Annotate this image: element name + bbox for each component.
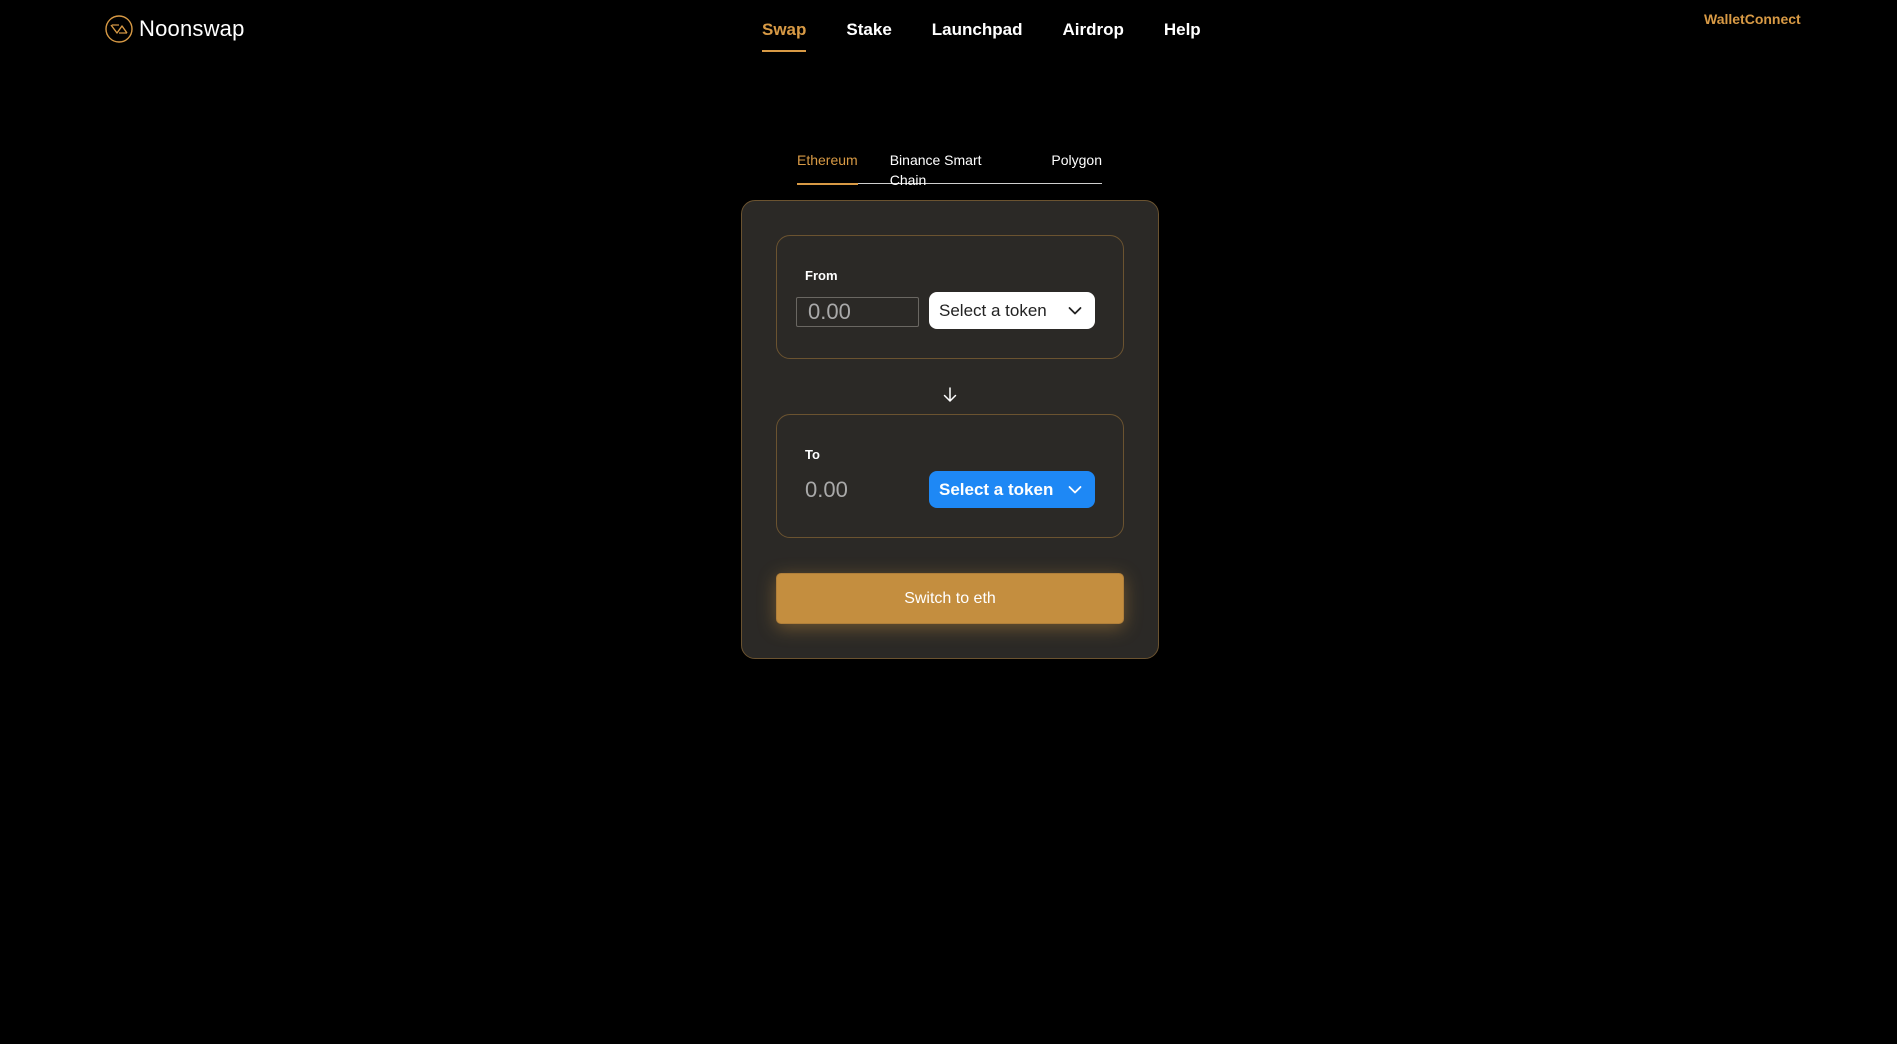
tab-binance-smart-chain[interactable]: Binance Smart Chain bbox=[890, 150, 1020, 188]
brand-name: Noonswap bbox=[139, 16, 245, 41]
brand-logo[interactable]: Noonswap bbox=[104, 14, 245, 44]
chevron-down-icon bbox=[1067, 482, 1083, 498]
to-label: To bbox=[805, 447, 820, 462]
to-token-label: Select a token bbox=[939, 479, 1054, 499]
from-token-select-button[interactable]: Select a token bbox=[929, 292, 1095, 329]
tab-ethereum[interactable]: Ethereum bbox=[797, 150, 858, 185]
chain-tabs: Ethereum Binance Smart Chain Polygon bbox=[797, 150, 1102, 188]
wallet-connect-button[interactable]: WalletConnect bbox=[1704, 11, 1801, 27]
tab-polygon[interactable]: Polygon bbox=[1051, 150, 1102, 184]
nav-item-help[interactable]: Help bbox=[1164, 20, 1201, 52]
chevron-down-icon bbox=[1067, 303, 1083, 319]
noonswap-logo-icon bbox=[104, 14, 134, 44]
nav-item-stake[interactable]: Stake bbox=[846, 20, 891, 52]
to-amount: 0.00 bbox=[805, 477, 848, 502]
main-nav: Swap Stake Launchpad Airdrop Help bbox=[762, 20, 1201, 52]
arrow-down-icon[interactable] bbox=[941, 386, 959, 404]
from-panel: From Select a token bbox=[776, 235, 1124, 359]
to-panel: To 0.00 Select a token bbox=[776, 414, 1124, 538]
nav-item-airdrop[interactable]: Airdrop bbox=[1062, 20, 1123, 52]
to-token-select-button[interactable]: Select a token bbox=[929, 471, 1095, 508]
top-navigation-bar: Noonswap Swap Stake Launchpad Airdrop He… bbox=[0, 0, 1897, 60]
switch-network-button[interactable]: Switch to eth bbox=[776, 573, 1124, 624]
switch-network-label: Switch to eth bbox=[904, 589, 996, 607]
swap-card: From Select a token To 0.00 Select a tok… bbox=[741, 200, 1159, 659]
from-token-label: Select a token bbox=[939, 300, 1047, 320]
from-amount-input[interactable] bbox=[796, 297, 919, 327]
from-label: From bbox=[805, 268, 838, 283]
nav-item-swap[interactable]: Swap bbox=[762, 20, 807, 52]
nav-item-launchpad[interactable]: Launchpad bbox=[932, 20, 1023, 52]
